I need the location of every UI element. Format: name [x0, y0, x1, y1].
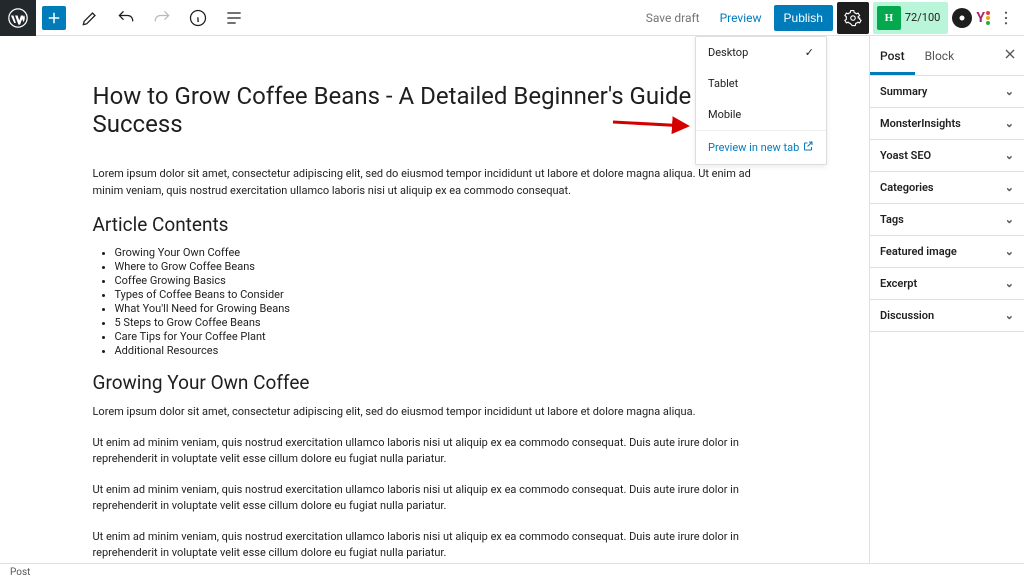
toc-item[interactable]: What You'll Need for Growing Beans: [115, 302, 777, 315]
edit-modes-button[interactable]: [72, 0, 108, 36]
block-breadcrumb: Post: [0, 563, 1024, 581]
tab-post[interactable]: Post: [870, 36, 915, 75]
panel-title: MonsterInsights: [880, 117, 961, 130]
close-sidebar-button[interactable]: [1002, 46, 1018, 65]
yoast-light-amber: [986, 16, 990, 20]
panel-title: Yoast SEO: [880, 149, 931, 162]
panel-discussion[interactable]: Discussion ⌄: [870, 300, 1024, 332]
chevron-down-icon: ⌄: [1005, 117, 1014, 130]
panel-title: Summary: [880, 85, 927, 98]
post-title[interactable]: How to Grow Coffee Beans - A Detailed Be…: [93, 82, 777, 138]
breadcrumb-item[interactable]: Post: [10, 567, 30, 578]
toc-item[interactable]: 5 Steps to Grow Coffee Beans: [115, 316, 777, 329]
main-body: Desktop ✓ Tablet Mobile Preview in new t…: [0, 36, 1024, 563]
paragraph-block[interactable]: Lorem ipsum dolor sit amet, consectetur …: [93, 404, 777, 421]
panel-title: Excerpt: [880, 277, 917, 290]
settings-button[interactable]: [837, 2, 869, 34]
editor-content: How to Grow Coffee Beans - A Detailed Be…: [85, 82, 785, 563]
panel-excerpt[interactable]: Excerpt ⌄: [870, 268, 1024, 300]
panel-summary[interactable]: Summary ⌄: [870, 76, 1024, 108]
settings-sidebar: Post Block Summary ⌄ MonsterInsights ⌄ Yoa…: [869, 36, 1024, 563]
panel-tags[interactable]: Tags ⌄: [870, 204, 1024, 236]
chevron-down-icon: ⌄: [1005, 245, 1014, 258]
yoast-y-icon: Y: [976, 10, 985, 26]
panel-categories[interactable]: Categories ⌄: [870, 172, 1024, 204]
preview-option-label: Tablet: [708, 77, 738, 90]
sidebar-tabs: Post Block: [870, 36, 1024, 76]
panel-title: Categories: [880, 181, 934, 194]
toc-item[interactable]: Care Tips for Your Coffee Plant: [115, 330, 777, 343]
preview-new-tab-label: Preview in new tab: [708, 141, 799, 154]
editor-canvas[interactable]: Desktop ✓ Tablet Mobile Preview in new t…: [0, 36, 869, 563]
toc-list[interactable]: Growing Your Own Coffee Where to Grow Co…: [93, 246, 777, 357]
outline-button[interactable]: [216, 0, 252, 36]
yoast-icon[interactable]: Y: [976, 10, 990, 26]
paragraph-block[interactable]: Ut enim ad minim veniam, quis nostrud ex…: [93, 482, 777, 515]
preview-dropdown: Desktop ✓ Tablet Mobile Preview in new t…: [695, 36, 827, 165]
heading-article-contents[interactable]: Article Contents: [93, 213, 777, 236]
preview-new-tab[interactable]: Preview in new tab: [696, 130, 826, 164]
preview-option-desktop[interactable]: Desktop ✓: [696, 37, 826, 68]
more-options-button[interactable]: [994, 9, 1018, 27]
panel-yoast[interactable]: Yoast SEO ⌄: [870, 140, 1024, 172]
toc-item[interactable]: Growing Your Own Coffee: [115, 246, 777, 259]
toc-item[interactable]: Coffee Growing Basics: [115, 274, 777, 287]
chevron-down-icon: ⌄: [1005, 213, 1014, 226]
external-link-icon: [802, 140, 814, 155]
panel-title: Discussion: [880, 309, 934, 322]
redo-button[interactable]: [144, 0, 180, 36]
add-block-button[interactable]: [42, 6, 66, 30]
panel-featured-image[interactable]: Featured image ⌄: [870, 236, 1024, 268]
check-icon: ✓: [805, 46, 814, 59]
publish-button[interactable]: Publish: [774, 5, 833, 31]
yoast-light-red: [986, 11, 990, 15]
toc-item[interactable]: Where to Grow Coffee Beans: [115, 260, 777, 273]
panel-title: Featured image: [880, 245, 957, 258]
monsterinsights-icon[interactable]: [952, 8, 972, 28]
toc-item[interactable]: Additional Resources: [115, 344, 777, 357]
toolbar-left: [0, 0, 252, 35]
toolbar-right: Save draft Preview Publish H 72/100 Y: [638, 0, 1024, 35]
preview-option-label: Mobile: [708, 108, 741, 121]
headline-analyzer-badge[interactable]: H 72/100: [873, 2, 948, 34]
chevron-down-icon: ⌄: [1005, 85, 1014, 98]
toolbar: Save draft Preview Publish H 72/100 Y: [0, 0, 1024, 36]
save-draft-button[interactable]: Save draft: [638, 11, 708, 25]
preview-button[interactable]: Preview: [712, 11, 770, 25]
preview-option-mobile[interactable]: Mobile: [696, 99, 826, 130]
chevron-down-icon: ⌄: [1005, 181, 1014, 194]
preview-option-tablet[interactable]: Tablet: [696, 68, 826, 99]
headline-icon: H: [877, 6, 901, 30]
toc-item[interactable]: Types of Coffee Beans to Consider: [115, 288, 777, 301]
undo-button[interactable]: [108, 0, 144, 36]
preview-option-label: Desktop: [708, 46, 748, 59]
headline-score-text: 72/100: [905, 11, 940, 24]
paragraph-block[interactable]: Ut enim ad minim veniam, quis nostrud ex…: [93, 435, 777, 468]
panel-monsterinsights[interactable]: MonsterInsights ⌄: [870, 108, 1024, 140]
chevron-down-icon: ⌄: [1005, 149, 1014, 162]
paragraph-block[interactable]: Lorem ipsum dolor sit amet, consectetur …: [93, 166, 777, 199]
tab-block[interactable]: Block: [915, 36, 965, 75]
details-button[interactable]: [180, 0, 216, 36]
panel-title: Tags: [880, 213, 904, 226]
wordpress-logo[interactable]: [0, 0, 36, 36]
chevron-down-icon: ⌄: [1005, 309, 1014, 322]
yoast-light-green: [986, 21, 990, 25]
paragraph-block[interactable]: Ut enim ad minim veniam, quis nostrud ex…: [93, 529, 777, 562]
chevron-down-icon: ⌄: [1005, 277, 1014, 290]
heading-growing-own[interactable]: Growing Your Own Coffee: [93, 371, 777, 394]
